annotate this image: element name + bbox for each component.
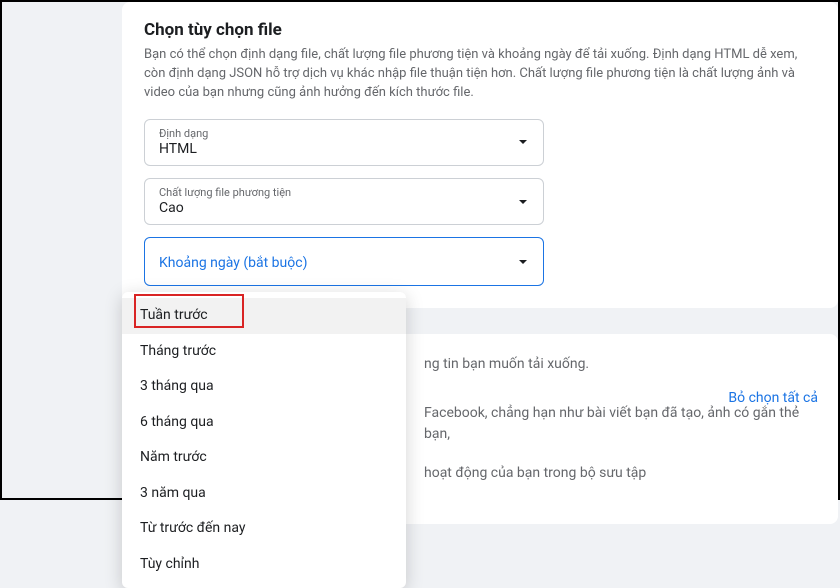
caret-down-icon — [517, 136, 529, 148]
caret-down-icon — [517, 256, 529, 268]
option-6-months[interactable]: 6 tháng qua — [122, 405, 406, 441]
deselect-all-link[interactable]: Bỏ chọn tất cả — [728, 390, 818, 406]
option-last-week[interactable]: Tuần trước — [122, 298, 406, 334]
quality-select[interactable]: Chất lượng file phương tiện Cao — [144, 178, 544, 225]
option-3-months[interactable]: 3 tháng qua — [122, 369, 406, 405]
option-custom[interactable]: Tùy chỉnh — [122, 547, 406, 583]
option-last-month[interactable]: Tháng trước — [122, 334, 406, 370]
quality-value: Cao — [159, 199, 529, 217]
card-description: Bạn có thể chọn định dạng file, chất lượ… — [144, 46, 816, 103]
date-range-placeholder: Khoảng ngày (bắt buộc) — [159, 255, 307, 271]
quality-label: Chất lượng file phương tiện — [159, 186, 529, 199]
card-title: Chọn tùy chọn file — [144, 20, 816, 40]
option-3-years[interactable]: 3 năm qua — [122, 476, 406, 512]
format-select[interactable]: Định dạng HTML — [144, 119, 544, 166]
date-range-select[interactable]: Khoảng ngày (bắt buộc) — [144, 237, 544, 286]
option-all-time[interactable]: Từ trước đến nay — [122, 511, 406, 547]
file-options-card: Chọn tùy chọn file Bạn có thể chọn định … — [122, 2, 838, 308]
option-last-year[interactable]: Năm trước — [122, 440, 406, 476]
format-label: Định dạng — [159, 127, 529, 140]
caret-down-icon — [517, 196, 529, 208]
format-value: HTML — [159, 140, 529, 158]
date-range-dropdown: Tuần trước Tháng trước 3 tháng qua 6 thá… — [122, 292, 406, 588]
